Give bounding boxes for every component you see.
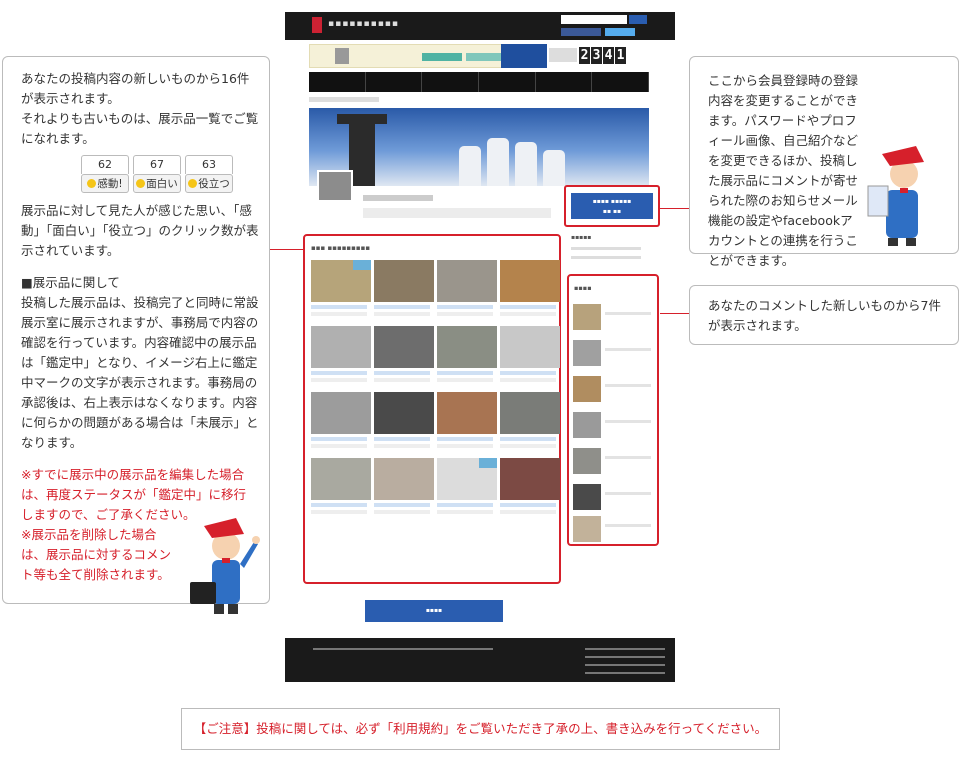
reaction-button[interactable]: 感動! bbox=[81, 174, 129, 193]
profile-name-blurred bbox=[363, 195, 433, 201]
section-heading: ■展示品に関して bbox=[21, 275, 120, 290]
exhibit-info-title-blurred: ▪▪▪▪▪ bbox=[571, 234, 592, 241]
comment-thumb[interactable] bbox=[573, 304, 601, 330]
exhibit-info: ▪▪▪▪▪ bbox=[571, 234, 655, 274]
reaction-count: 67 bbox=[133, 155, 181, 174]
exhibit-thumb[interactable] bbox=[437, 260, 497, 316]
avatar bbox=[335, 48, 349, 64]
site-footer bbox=[285, 638, 675, 682]
reaction-count: 62 bbox=[81, 155, 129, 174]
profile-avatar bbox=[317, 170, 353, 202]
nav-item[interactable] bbox=[309, 72, 366, 92]
site-logo-icon[interactable] bbox=[312, 17, 322, 33]
counter-digit: 2 bbox=[579, 47, 590, 64]
reaction-description: 展示品に対して見た人が感じた思い、「感動」「面白い」「役立つ」のクリック数が表示… bbox=[21, 203, 259, 258]
exhibit-thumb[interactable] bbox=[311, 458, 371, 514]
exhibit-counter: 2 3 4 1 bbox=[579, 47, 626, 64]
reaction-counts: 62 感動! 67 面白い 63 役立つ bbox=[81, 155, 259, 193]
global-nav bbox=[309, 72, 650, 92]
reaction-label: 面白い bbox=[146, 177, 178, 190]
exhibit-thumb[interactable] bbox=[500, 260, 560, 316]
twitter-icon[interactable] bbox=[605, 28, 635, 36]
nav-item[interactable] bbox=[479, 72, 536, 92]
exhibit-grid bbox=[311, 260, 560, 514]
mypage-screenshot: ▪▪▪▪▪▪▪▪▪▪ 2 3 4 1 ▪▪▪▪ ▪▪▪▪▪ ▪▪ ▪▪ ▪▪▪ … bbox=[285, 12, 675, 682]
facebook-icon[interactable] bbox=[561, 28, 601, 36]
exhibit-thumb[interactable] bbox=[311, 326, 371, 382]
breadcrumb[interactable] bbox=[309, 97, 379, 102]
comment-thumb[interactable] bbox=[573, 516, 601, 542]
mascot-pointing-icon bbox=[190, 518, 260, 614]
view-all-exhibits-button[interactable]: ▪▪▪▪ bbox=[365, 600, 503, 622]
site-title-blurred: ▪▪▪▪▪▪▪▪▪▪ bbox=[328, 19, 399, 29]
comment-description: あなたのコメントした新しいものから7件が表示されます。 bbox=[708, 298, 941, 333]
comment-thumb[interactable] bbox=[573, 448, 601, 474]
exhibit-thumb[interactable] bbox=[437, 326, 497, 382]
exhibit-list-title-blurred: ▪▪▪ ▪▪▪▪▪▪▪▪▪ bbox=[311, 244, 371, 252]
intro-text-2: それよりも古いものは、展示品一覧でご覧になれます。 bbox=[21, 111, 259, 146]
smile-icon bbox=[188, 179, 198, 188]
nav-item[interactable] bbox=[366, 72, 423, 92]
exhibit-thumb[interactable] bbox=[311, 392, 371, 448]
post-button[interactable] bbox=[501, 44, 547, 68]
exhibit-list-highlight: ▪▪▪ ▪▪▪▪▪▪▪▪▪ bbox=[303, 234, 561, 584]
reaction-button[interactable]: 面白い bbox=[133, 174, 181, 193]
comment-thumb[interactable] bbox=[573, 412, 601, 438]
comment-thumb[interactable] bbox=[573, 340, 601, 366]
section-body: 投稿した展示品は、投稿完了と同時に常設展示室に展示されますが、事務局で内容の確認… bbox=[21, 295, 259, 450]
comment-callout: あなたのコメントした新しいものから7件が表示されます。 bbox=[689, 285, 959, 345]
counter-digit: 4 bbox=[603, 47, 614, 64]
counter-label bbox=[549, 48, 577, 62]
hero-image bbox=[309, 108, 649, 186]
exhibit-thumb[interactable] bbox=[500, 458, 560, 514]
nav-item[interactable] bbox=[422, 72, 480, 92]
terms-notice: 【ご注意】投稿に関しては、必ず「利用規約」をご覧いただき了承の上、書き込みを行っ… bbox=[181, 708, 780, 750]
site-header: ▪▪▪▪▪▪▪▪▪▪ bbox=[285, 12, 675, 40]
nav-item[interactable] bbox=[592, 72, 650, 92]
counter-digit: 3 bbox=[591, 47, 602, 64]
reaction-kandou[interactable]: 62 感動! bbox=[81, 155, 129, 193]
exhibit-thumb[interactable] bbox=[437, 392, 497, 448]
warning-delete: ※展示品を削除した場合は、展示品に対するコメント等も全て削除されます。 bbox=[21, 527, 172, 582]
counter-digit: 1 bbox=[615, 47, 626, 64]
silo bbox=[515, 142, 537, 186]
exhibit-thumb[interactable] bbox=[374, 326, 434, 382]
search-input[interactable] bbox=[561, 15, 627, 24]
exhibit-thumb[interactable] bbox=[374, 260, 434, 316]
mypage-button[interactable] bbox=[422, 53, 462, 61]
appraisal-tag bbox=[353, 260, 371, 270]
profile-edit-button[interactable]: ▪▪▪▪ ▪▪▪▪▪ ▪▪ ▪▪ bbox=[571, 193, 653, 219]
comment-list-highlight: ▪▪▪▪ bbox=[567, 274, 659, 546]
silo bbox=[459, 146, 481, 186]
exhibit-thumb[interactable] bbox=[500, 326, 560, 382]
profile-intro-blurred bbox=[363, 208, 551, 218]
silo bbox=[543, 150, 565, 186]
reaction-count: 63 bbox=[185, 155, 233, 174]
comment-thumb[interactable] bbox=[573, 484, 601, 510]
mascot-reading-icon bbox=[867, 146, 924, 246]
smile-icon bbox=[136, 179, 146, 188]
exhibit-thumb[interactable] bbox=[311, 260, 371, 316]
reaction-label: 役立つ bbox=[198, 177, 230, 190]
exhibit-thumb[interactable] bbox=[374, 458, 434, 514]
logout-button[interactable] bbox=[466, 53, 502, 61]
reaction-button[interactable]: 役立つ bbox=[185, 174, 233, 193]
comment-list-title-blurred: ▪▪▪▪ bbox=[574, 284, 592, 292]
comment-thumb[interactable] bbox=[573, 376, 601, 402]
appraisal-tag bbox=[479, 458, 497, 468]
nav-item[interactable] bbox=[536, 72, 593, 92]
reaction-yakudatsu[interactable]: 63 役立つ bbox=[185, 155, 233, 193]
profile-edit-description: ここから会員登録時の登録内容を変更することができます。パスワードやプロフィール画… bbox=[708, 73, 859, 268]
exhibit-thumb[interactable] bbox=[500, 392, 560, 448]
exhibit-thumb[interactable] bbox=[437, 458, 497, 514]
intro-text-1: あなたの投稿内容の新しいものから16件が表示されます。 bbox=[21, 71, 250, 106]
profile-edit-highlight: ▪▪▪▪ ▪▪▪▪▪ ▪▪ ▪▪ bbox=[564, 185, 660, 227]
silo bbox=[487, 138, 509, 186]
reaction-label: 感動! bbox=[97, 177, 123, 190]
smile-icon bbox=[87, 179, 97, 188]
reaction-omoshiroi[interactable]: 67 面白い bbox=[133, 155, 181, 193]
user-bar bbox=[309, 44, 505, 68]
exhibit-thumb[interactable] bbox=[374, 392, 434, 448]
search-button[interactable] bbox=[629, 15, 647, 24]
